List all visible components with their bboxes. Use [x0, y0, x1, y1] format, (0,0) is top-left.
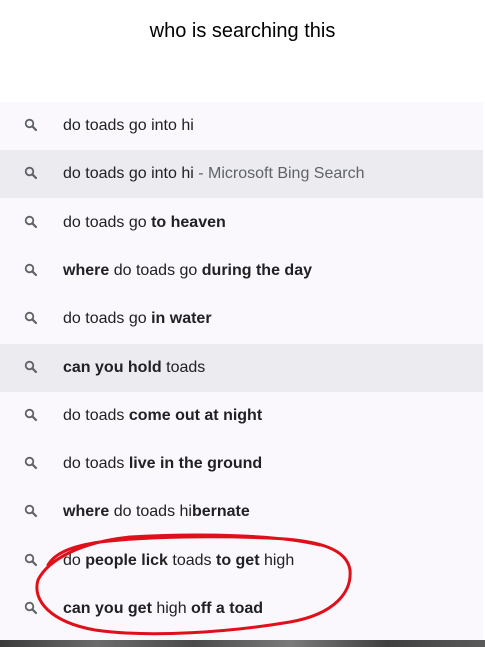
background-strip: [0, 640, 485, 647]
suggestion-text: do toads go into hi: [63, 102, 194, 150]
suggestion-text: where do toads hibernate: [63, 488, 250, 536]
search-icon: [24, 601, 38, 615]
suggestion-text-bold: off a toad: [191, 600, 264, 617]
suggestion-text: can you get high off a toad: [63, 585, 263, 633]
search-icon: [24, 118, 38, 132]
search-icon: [24, 215, 38, 228]
suggestion-row[interactable]: where do toads hibernate: [0, 488, 483, 536]
suggestion-text-bold: bernate: [191, 503, 250, 521]
suggestion-text-bold: people lick: [85, 551, 168, 569]
suggestion-text-part: do toads: [63, 406, 129, 424]
suggestion-text-bold: where: [63, 503, 110, 521]
suggestion-text: do toads go into hi - Microsoft Bing Sea…: [63, 150, 365, 198]
suggestion-text-part: toads: [161, 358, 206, 376]
suggestion-text: where do toads go during the day: [63, 247, 312, 295]
suggestion-row[interactable]: do toads live in the ground: [0, 440, 483, 488]
search-icon: [24, 505, 38, 518]
search-icon: [24, 456, 38, 470]
suggestion-text-bold: during the day: [201, 261, 312, 279]
suggestion-text: do toads live in the ground: [63, 440, 262, 488]
suggestion-text-part: do toads go: [109, 261, 202, 279]
search-icon: [24, 167, 38, 180]
suggestion-text: do toads go to heaven: [63, 199, 226, 247]
suggestion-text: do people lick toads to get high: [63, 537, 294, 585]
suggestion-text-bold: come out at night: [128, 406, 263, 424]
suggestion-text: do toads go in water: [63, 295, 212, 343]
suggestion-row[interactable]: do toads go into hi - Microsoft Bing Sea…: [0, 150, 483, 199]
suggestion-text-part: do toads: [63, 455, 129, 473]
suggestion-text-part: toads: [167, 551, 216, 569]
suggestion-row[interactable]: can you get high off a toad: [0, 585, 483, 633]
suggestion-text-bold: to get: [215, 551, 260, 569]
suggestion-text-bold: can you get: [63, 600, 152, 617]
suggestion-row[interactable]: do toads go into hi: [0, 102, 483, 150]
search-icon: [24, 360, 38, 373]
suggestion-text-part: do toads go into hi: [63, 165, 194, 183]
suggestion-text-part: do: [63, 551, 86, 569]
suggestion-text-bold: where: [63, 261, 110, 279]
search-icon: [24, 311, 38, 325]
suggestion-suffix: - Microsoft Bing Search: [193, 165, 365, 183]
suggestion-row[interactable]: do toads come out at night: [0, 392, 483, 440]
suggestion-row[interactable]: can you hold toads: [0, 343, 483, 392]
suggestion-text-bold: to heaven: [151, 213, 226, 231]
search-icon: [24, 408, 38, 421]
suggestion-text-part: do toads go: [63, 310, 152, 328]
suggestion-row[interactable]: do toads go to heaven: [0, 199, 483, 247]
suggestion-text-part: do toads go into hi: [63, 117, 194, 134]
search-icon: [24, 553, 38, 566]
suggestion-text-bold: live in the ground: [128, 455, 263, 473]
suggestion-text-part: do toads hi: [109, 503, 192, 521]
suggestion-text: do toads come out at night: [63, 392, 262, 440]
suggestion-row[interactable]: do toads go in water: [0, 295, 483, 343]
suggestion-text-bold: in water: [151, 310, 212, 328]
suggestion-text-part: do toads go: [63, 213, 152, 231]
search-suggestions-dropdown: do toads go into hi do toads go into hi -…: [0, 102, 483, 647]
suggestion-row[interactable]: do people lick toads to get high: [0, 537, 483, 585]
suggestion-text: can you hold toads: [63, 344, 205, 392]
suggestion-text-part: high: [151, 600, 192, 617]
caption: who is searching this: [149, 20, 336, 42]
suggestion-text-part: high: [259, 551, 295, 569]
suggestion-row[interactable]: where do toads go during the day: [0, 247, 483, 295]
suggestion-text-bold: can you hold: [63, 358, 162, 376]
search-icon: [24, 263, 38, 276]
